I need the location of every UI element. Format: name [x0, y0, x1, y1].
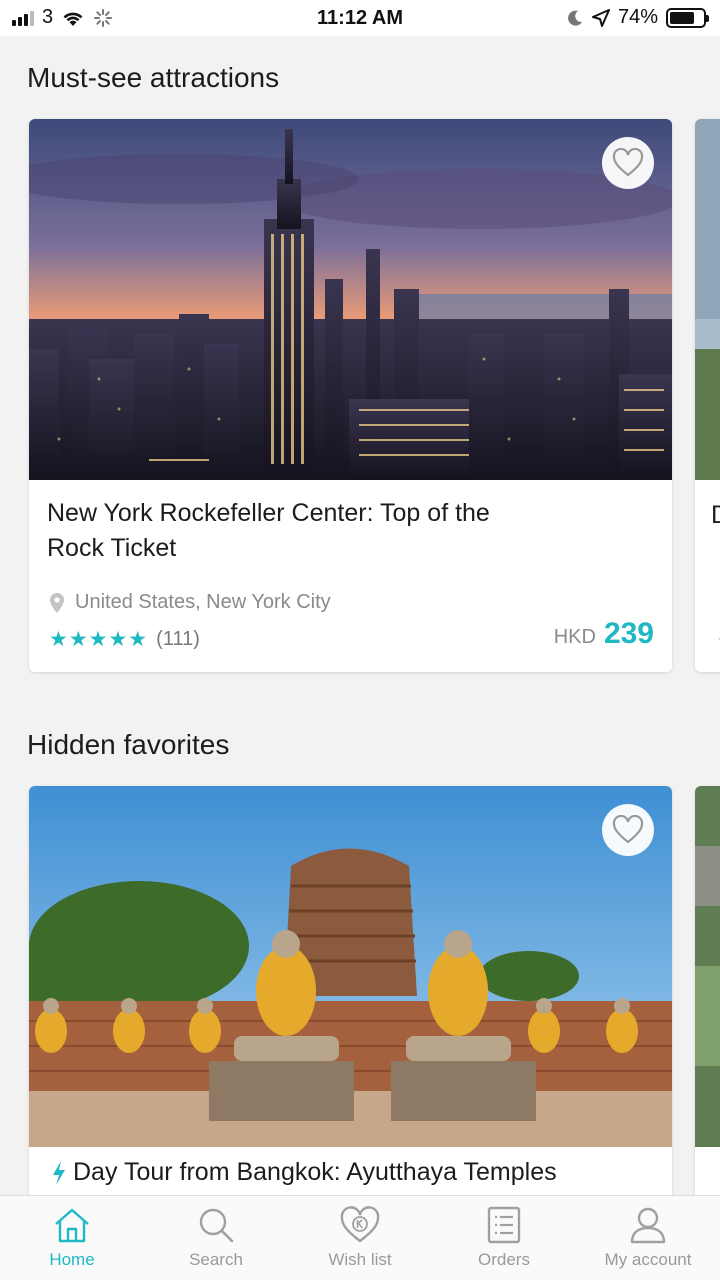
next-card-title-fragment: D — [711, 501, 720, 530]
moon-icon — [568, 10, 582, 26]
next-card-peek[interactable]: D ★ — [695, 119, 720, 672]
bottom-tab-bar: Home Search Wish list Orders My account — [0, 1195, 720, 1280]
attraction-card[interactable]: Day Tour from Bangkok: Ayutthaya Temples — [29, 786, 672, 1206]
tab-orders[interactable]: Orders — [432, 1196, 576, 1280]
location-arrow-icon — [591, 8, 610, 27]
location-text: United States, New York City — [75, 591, 331, 613]
price-currency: HKD — [553, 626, 596, 648]
account-icon — [630, 1207, 666, 1244]
battery-percent: 74% — [617, 6, 658, 28]
wishlist-heart-icon — [340, 1206, 380, 1243]
rating-stars: ★★★★★ — [49, 628, 149, 651]
price-amount: 239 — [603, 617, 654, 650]
search-icon — [199, 1208, 234, 1243]
attraction-title[interactable]: Day Tour from Bangkok: Ayutthaya Temples — [51, 1158, 557, 1187]
section-title-must-see: Must-see attractions — [27, 62, 280, 93]
battery-level — [670, 11, 694, 24]
location-pin-icon — [50, 592, 64, 613]
heart-outline-icon — [612, 148, 644, 177]
tab-label: Orders — [478, 1250, 530, 1269]
attraction-title-text: Day Tour from Bangkok: Ayutthaya Temples — [73, 1158, 557, 1186]
tab-home[interactable]: Home — [0, 1196, 144, 1280]
lightning-bolt-icon — [53, 1160, 65, 1185]
review-count: (111) — [156, 628, 200, 650]
tab-label: Home — [49, 1250, 95, 1269]
attraction-rating: ★★★★★ (111) — [49, 627, 200, 652]
wishlist-heart-button[interactable] — [602, 137, 654, 189]
status-right: 74% — [566, 6, 709, 29]
attraction-image-ayutthaya[interactable] — [29, 786, 672, 1147]
tab-search[interactable]: Search — [144, 1196, 288, 1280]
attraction-price: HKD 239 — [554, 617, 654, 651]
next-card-peek[interactable] — [695, 786, 720, 1206]
tab-wishlist[interactable]: Wish list — [288, 1196, 432, 1280]
tab-label: Search — [189, 1250, 243, 1269]
battery-icon — [666, 7, 709, 28]
tab-my-account[interactable]: My account — [576, 1196, 720, 1280]
attraction-title[interactable]: New York Rockefeller Center: Top of the … — [29, 480, 549, 566]
section-title-hidden-favorites: Hidden favorites — [27, 729, 230, 760]
status-bar: 3 11:12 AM 74% — [0, 0, 720, 36]
tab-label: Wish list — [328, 1250, 392, 1269]
home-icon — [55, 1208, 89, 1243]
attraction-location: United States, New York City — [49, 591, 331, 614]
wishlist-heart-button[interactable] — [602, 804, 654, 856]
orders-icon — [487, 1206, 521, 1244]
heart-outline-icon — [612, 815, 644, 844]
tab-label: My account — [604, 1250, 692, 1269]
attraction-image-new-york[interactable] — [29, 119, 672, 480]
attraction-card[interactable]: New York Rockefeller Center: Top of the … — [29, 119, 672, 672]
